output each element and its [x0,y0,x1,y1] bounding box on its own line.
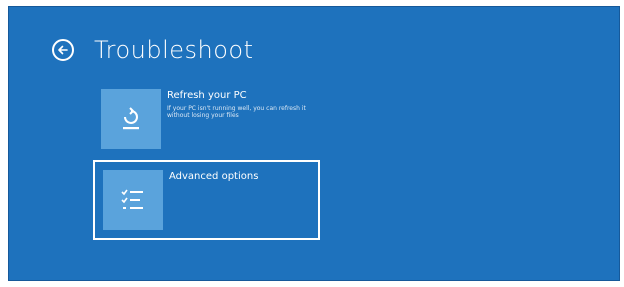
option-description: If your PC isn't running well, you can r… [167,105,306,119]
option-tile [103,170,163,230]
back-arrow-icon [58,45,68,55]
back-button[interactable] [52,39,74,61]
page-header: Troubleshoot [52,32,254,68]
option-label: Advanced options [169,171,259,182]
checklist-icon [121,189,143,209]
page-title: Troubleshoot [94,36,254,64]
option-tile [101,89,161,149]
recovery-screen: Troubleshoot Refresh your PC If your PC … [8,6,620,281]
option-text: Refresh your PC If your PC isn't running… [167,89,317,119]
option-label: Refresh your PC [167,90,247,101]
option-advanced-options[interactable]: Advanced options [93,160,320,240]
refresh-icon [123,107,139,130]
option-text: Advanced options [169,170,258,183]
option-refresh-pc[interactable]: Refresh your PC If your PC isn't running… [101,89,321,153]
